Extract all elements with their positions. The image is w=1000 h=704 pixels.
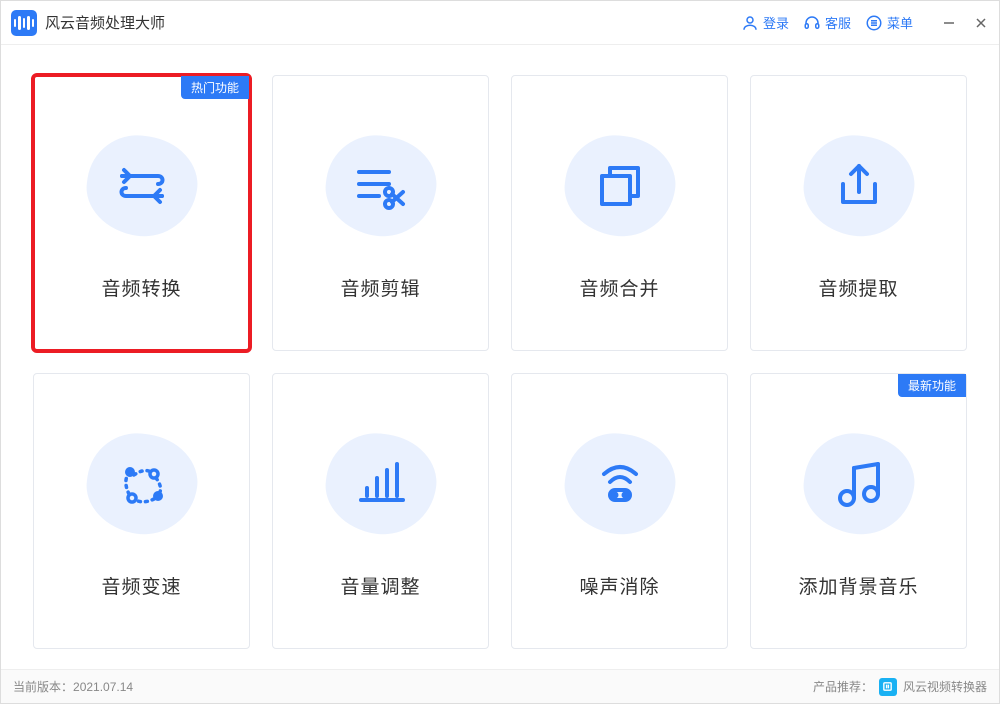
minimize-icon	[943, 17, 955, 29]
card-audio-convert[interactable]: 热门功能 音频转换	[33, 75, 250, 351]
service-button[interactable]: 客服	[803, 13, 851, 32]
cut-icon	[349, 154, 413, 218]
content-area: 热门功能 音频转换	[1, 45, 999, 669]
login-button[interactable]: 登录	[741, 13, 789, 32]
card-label: 音频合并	[579, 274, 659, 301]
footer: 当前版本： 2021.07.14 产品推荐： 风云视频转换器	[1, 669, 999, 703]
music-icon	[827, 452, 891, 516]
merge-icon	[588, 154, 652, 218]
convert-icon	[110, 154, 174, 218]
feature-grid: 热门功能 音频转换	[33, 75, 967, 649]
titlebar: 风云音频处理大师 登录 客服 菜单	[1, 1, 999, 45]
card-label: 添加背景音乐	[798, 572, 918, 599]
title-actions: 登录 客服 菜单	[741, 13, 989, 32]
card-noise-remove[interactable]: 噪声消除	[511, 373, 728, 649]
badge-new: 最新功能	[898, 374, 966, 397]
volume-bars-icon	[349, 452, 413, 516]
card-audio-extract[interactable]: 音频提取	[750, 75, 967, 351]
card-label: 噪声消除	[579, 572, 659, 599]
menu-icon	[865, 14, 883, 32]
card-label: 音量调整	[340, 572, 420, 599]
headset-icon	[803, 14, 821, 32]
extract-icon	[827, 154, 891, 218]
card-label: 音频提取	[818, 274, 898, 301]
product-recommend[interactable]: 产品推荐： 风云视频转换器	[813, 678, 987, 696]
app-logo	[11, 10, 37, 36]
close-button[interactable]	[973, 15, 989, 31]
card-add-bgm[interactable]: 最新功能 添加背景音乐	[750, 373, 967, 649]
card-label: 音频变速	[101, 572, 181, 599]
app-window: 风云音频处理大师 登录 客服 菜单	[0, 0, 1000, 704]
card-audio-speed[interactable]: 音频变速	[33, 373, 250, 649]
speed-icon	[110, 452, 174, 516]
app-title: 风云音频处理大师	[45, 12, 165, 33]
card-audio-edit[interactable]: 音频剪辑	[272, 75, 489, 351]
recommend-label: 产品推荐：	[813, 678, 873, 695]
card-label: 音频剪辑	[340, 274, 420, 301]
menu-button[interactable]: 菜单	[865, 13, 913, 32]
user-icon	[741, 14, 759, 32]
card-volume-adjust[interactable]: 音量调整	[272, 373, 489, 649]
card-audio-merge[interactable]: 音频合并	[511, 75, 728, 351]
close-icon	[975, 17, 987, 29]
badge-hot: 热门功能	[181, 76, 249, 99]
minimize-button[interactable]	[941, 15, 957, 31]
recommend-logo-icon	[879, 678, 897, 696]
noise-icon	[588, 452, 652, 516]
recommend-product: 风云视频转换器	[903, 678, 987, 695]
version-value: 2021.07.14	[73, 680, 133, 694]
version-label: 当前版本：	[13, 678, 73, 695]
card-label: 音频转换	[101, 274, 181, 301]
